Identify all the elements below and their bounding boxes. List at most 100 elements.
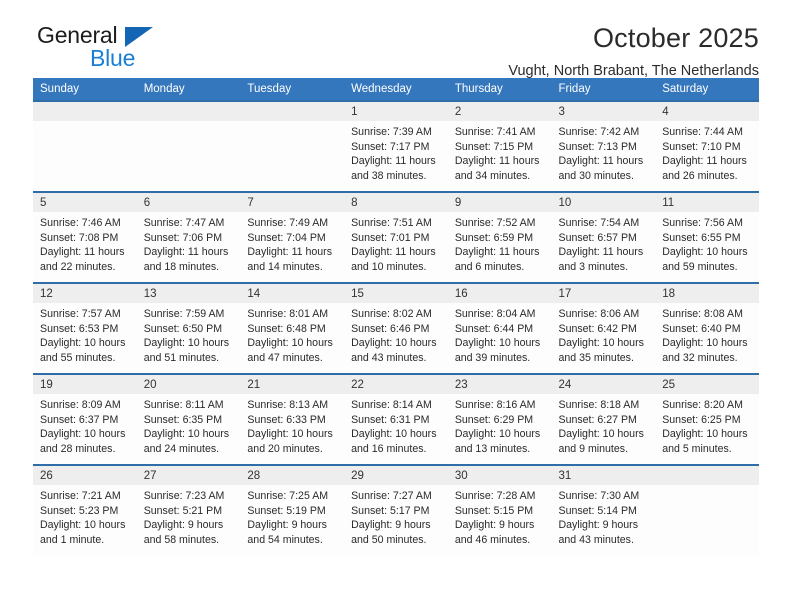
sunrise-text: Sunrise: 7:52 AM (454, 217, 536, 229)
daylight-text-line1: Daylight: 10 hours (40, 337, 126, 350)
calendar-day-cell[interactable]: 6 Sunrise: 7:47 AM Sunset: 7:06 PM Daylight… (136, 191, 241, 283)
sunset-text: Sunset: 6:40 PM (662, 322, 741, 335)
day-number: 28 (240, 466, 345, 485)
calendar-day-cell[interactable]: 1 Sunrise: 7:39 AM Sunset: 7:17 PM Daylight… (344, 100, 448, 192)
weekday-header-tuesday: Tuesday (240, 78, 345, 101)
day-number (136, 102, 241, 121)
calendar-day-cell[interactable]: 13 Sunrise: 7:59 AM Sunset: 6:50 PM Dayligh… (136, 282, 241, 374)
calendar-day-cell[interactable]: 11 Sunrise: 7:56 AM Sunset: 6:55 PM Dayligh… (655, 191, 759, 283)
daylight-text-line1: Daylight: 11 hours (247, 246, 333, 259)
day-number (240, 102, 345, 121)
generalblue-logo[interactable]: General Blue (33, 22, 163, 74)
sunrise-text: Sunrise: 8:02 AM (351, 308, 432, 320)
calendar-day-cell[interactable]: 12 Sunrise: 7:57 AM Sunset: 6:53 PM Dayligh… (33, 282, 137, 374)
day-details: Sunrise: 7:39 AM Sunset: 7:17 PM Daylight:… (344, 121, 448, 183)
daylight-text-line1: Daylight: 10 hours (662, 337, 748, 350)
sunrise-text: Sunrise: 7:46 AM (40, 217, 121, 229)
daylight-text-line1: Daylight: 11 hours (351, 155, 436, 168)
day-details (137, 121, 241, 125)
day-details (655, 485, 759, 489)
sunrise-text: Sunrise: 7:57 AM (40, 308, 121, 320)
day-number: 14 (240, 284, 345, 303)
sunrise-text: Sunrise: 7:42 AM (558, 126, 640, 138)
calendar-day-cell[interactable]: 27 Sunrise: 7:23 AM Sunset: 5:21 PM Dayligh… (136, 464, 241, 556)
calendar-day-cell[interactable]: 18 Sunrise: 8:08 AM Sunset: 6:40 PM Dayligh… (655, 282, 759, 374)
day-details: Sunrise: 8:04 AM Sunset: 6:44 PM Daylight:… (448, 303, 552, 365)
sunrise-text: Sunrise: 7:27 AM (351, 490, 432, 502)
day-details: Sunrise: 8:01 AM Sunset: 6:48 PM Daylight:… (240, 303, 344, 365)
day-details: Sunrise: 7:56 AM Sunset: 6:55 PM Daylight:… (655, 212, 759, 274)
sunrise-text: Sunrise: 7:59 AM (143, 308, 225, 320)
day-details: Sunrise: 8:02 AM Sunset: 6:46 PM Daylight:… (344, 303, 448, 365)
calendar-day-cell[interactable]: 17 Sunrise: 8:06 AM Sunset: 6:42 PM Dayligh… (551, 282, 656, 374)
daylight-text-line2: and 28 minutes. (40, 442, 116, 455)
sunset-text: Sunset: 6:33 PM (247, 413, 326, 426)
sunrise-text: Sunrise: 8:08 AM (662, 308, 743, 320)
daylight-text-line2: and 46 minutes. (454, 533, 531, 546)
day-details: Sunrise: 8:20 AM Sunset: 6:25 PM Daylight:… (655, 394, 759, 456)
calendar-day-cell[interactable]: 3 Sunrise: 7:42 AM Sunset: 7:13 PM Daylight… (551, 100, 656, 192)
calendar-day-cell[interactable]: 7 Sunrise: 7:49 AM Sunset: 7:04 PM Daylight… (240, 191, 345, 283)
page-subtitle: Vught, North Brabant, The Netherlands (508, 63, 759, 79)
daylight-text-line2: and 55 minutes. (40, 351, 116, 364)
calendar-day-cell[interactable]: 15 Sunrise: 8:02 AM Sunset: 6:46 PM Dayligh… (344, 282, 448, 374)
day-number: 31 (551, 466, 656, 485)
sunset-text: Sunset: 7:01 PM (351, 231, 430, 244)
sunset-text: Sunset: 5:21 PM (143, 504, 223, 517)
calendar-page: General Blue October 2025 Vught, North B… (0, 0, 792, 612)
day-number: 7 (240, 193, 345, 212)
calendar-day-cell[interactable]: 2 Sunrise: 7:41 AM Sunset: 7:15 PM Daylight… (447, 100, 552, 192)
calendar-day-cell[interactable]: 26 Sunrise: 7:21 AM Sunset: 5:23 PM Dayligh… (33, 464, 137, 556)
calendar-day-cell[interactable]: 28 Sunrise: 7:25 AM Sunset: 5:19 PM Dayligh… (240, 464, 345, 556)
sunset-text: Sunset: 7:08 PM (40, 231, 119, 244)
calendar-day-cell[interactable]: 20 Sunrise: 8:11 AM Sunset: 6:35 PM Dayligh… (136, 373, 241, 465)
calendar-day-cell-empty (33, 100, 137, 192)
day-details: Sunrise: 8:14 AM Sunset: 6:31 PM Daylight:… (344, 394, 448, 456)
calendar-day-cell[interactable]: 16 Sunrise: 8:04 AM Sunset: 6:44 PM Dayligh… (447, 282, 552, 374)
daylight-text-line1: Daylight: 9 hours (143, 519, 224, 532)
calendar-day-cell[interactable]: 4 Sunrise: 7:44 AM Sunset: 7:10 PM Daylight… (655, 100, 759, 192)
day-number: 15 (344, 284, 448, 303)
day-number: 5 (33, 193, 137, 212)
calendar-day-cell[interactable]: 9 Sunrise: 7:52 AM Sunset: 6:59 PM Daylight… (447, 191, 552, 283)
daylight-text-line1: Daylight: 10 hours (247, 337, 333, 350)
daylight-text-line1: Daylight: 10 hours (351, 428, 437, 441)
day-details: Sunrise: 7:21 AM Sunset: 5:23 PM Daylight:… (33, 485, 137, 547)
daylight-text-line2: and 59 minutes. (662, 260, 738, 273)
daylight-text-line2: and 47 minutes. (247, 351, 323, 364)
calendar-day-cell[interactable]: 25 Sunrise: 8:20 AM Sunset: 6:25 PM Dayligh… (655, 373, 759, 465)
sunrise-text: Sunrise: 7:56 AM (662, 217, 743, 229)
daylight-text-line2: and 16 minutes. (351, 442, 427, 455)
calendar-day-cell[interactable]: 29 Sunrise: 7:27 AM Sunset: 5:17 PM Dayligh… (344, 464, 448, 556)
calendar-day-cell[interactable]: 19 Sunrise: 8:09 AM Sunset: 6:37 PM Dayligh… (33, 373, 137, 465)
calendar-day-cell[interactable]: 22 Sunrise: 8:14 AM Sunset: 6:31 PM Dayligh… (344, 373, 448, 465)
calendar-day-cell[interactable]: 10 Sunrise: 7:54 AM Sunset: 6:57 PM Dayligh… (551, 191, 656, 283)
calendar-day-cell[interactable]: 31 Sunrise: 7:30 AM Sunset: 5:14 PM Dayligh… (551, 464, 656, 556)
day-number: 3 (551, 102, 656, 121)
weekday-header-sunday: Sunday (33, 78, 137, 101)
sunset-text: Sunset: 6:50 PM (143, 322, 223, 335)
calendar-week-row: 19 Sunrise: 8:09 AM Sunset: 6:37 PM Dayligh… (33, 373, 759, 465)
sunrise-text: Sunrise: 7:41 AM (454, 126, 536, 138)
calendar-day-cell[interactable]: 23 Sunrise: 8:16 AM Sunset: 6:29 PM Dayligh… (447, 373, 552, 465)
day-number: 27 (136, 466, 241, 485)
day-number: 21 (240, 375, 345, 394)
calendar-day-cell[interactable]: 8 Sunrise: 7:51 AM Sunset: 7:01 PM Daylight… (344, 191, 448, 283)
sunrise-text: Sunrise: 7:51 AM (351, 217, 432, 229)
calendar-day-cell[interactable]: 5 Sunrise: 7:46 AM Sunset: 7:08 PM Daylight… (33, 191, 137, 283)
daylight-text-line2: and 9 minutes. (558, 442, 629, 455)
calendar-week-row: 12 Sunrise: 7:57 AM Sunset: 6:53 PM Dayligh… (33, 282, 759, 374)
day-number: 11 (655, 193, 759, 212)
sunset-text: Sunset: 6:31 PM (351, 413, 430, 426)
day-number: 1 (344, 102, 448, 121)
daylight-text-line2: and 43 minutes. (351, 351, 427, 364)
sunset-text: Sunset: 6:55 PM (662, 231, 741, 244)
calendar-day-cell[interactable]: 14 Sunrise: 8:01 AM Sunset: 6:48 PM Dayligh… (240, 282, 345, 374)
day-details: Sunrise: 7:44 AM Sunset: 7:10 PM Daylight:… (655, 121, 759, 183)
calendar-day-cell[interactable]: 30 Sunrise: 7:28 AM Sunset: 5:15 PM Dayligh… (447, 464, 552, 556)
daylight-text-line1: Daylight: 9 hours (351, 519, 431, 532)
calendar-day-cell[interactable]: 24 Sunrise: 8:18 AM Sunset: 6:27 PM Dayligh… (551, 373, 656, 465)
sunset-text: Sunset: 6:59 PM (454, 231, 534, 244)
daylight-text-line1: Daylight: 10 hours (351, 337, 437, 350)
calendar-day-cell[interactable]: 21 Sunrise: 8:13 AM Sunset: 6:33 PM Dayligh… (240, 373, 345, 465)
